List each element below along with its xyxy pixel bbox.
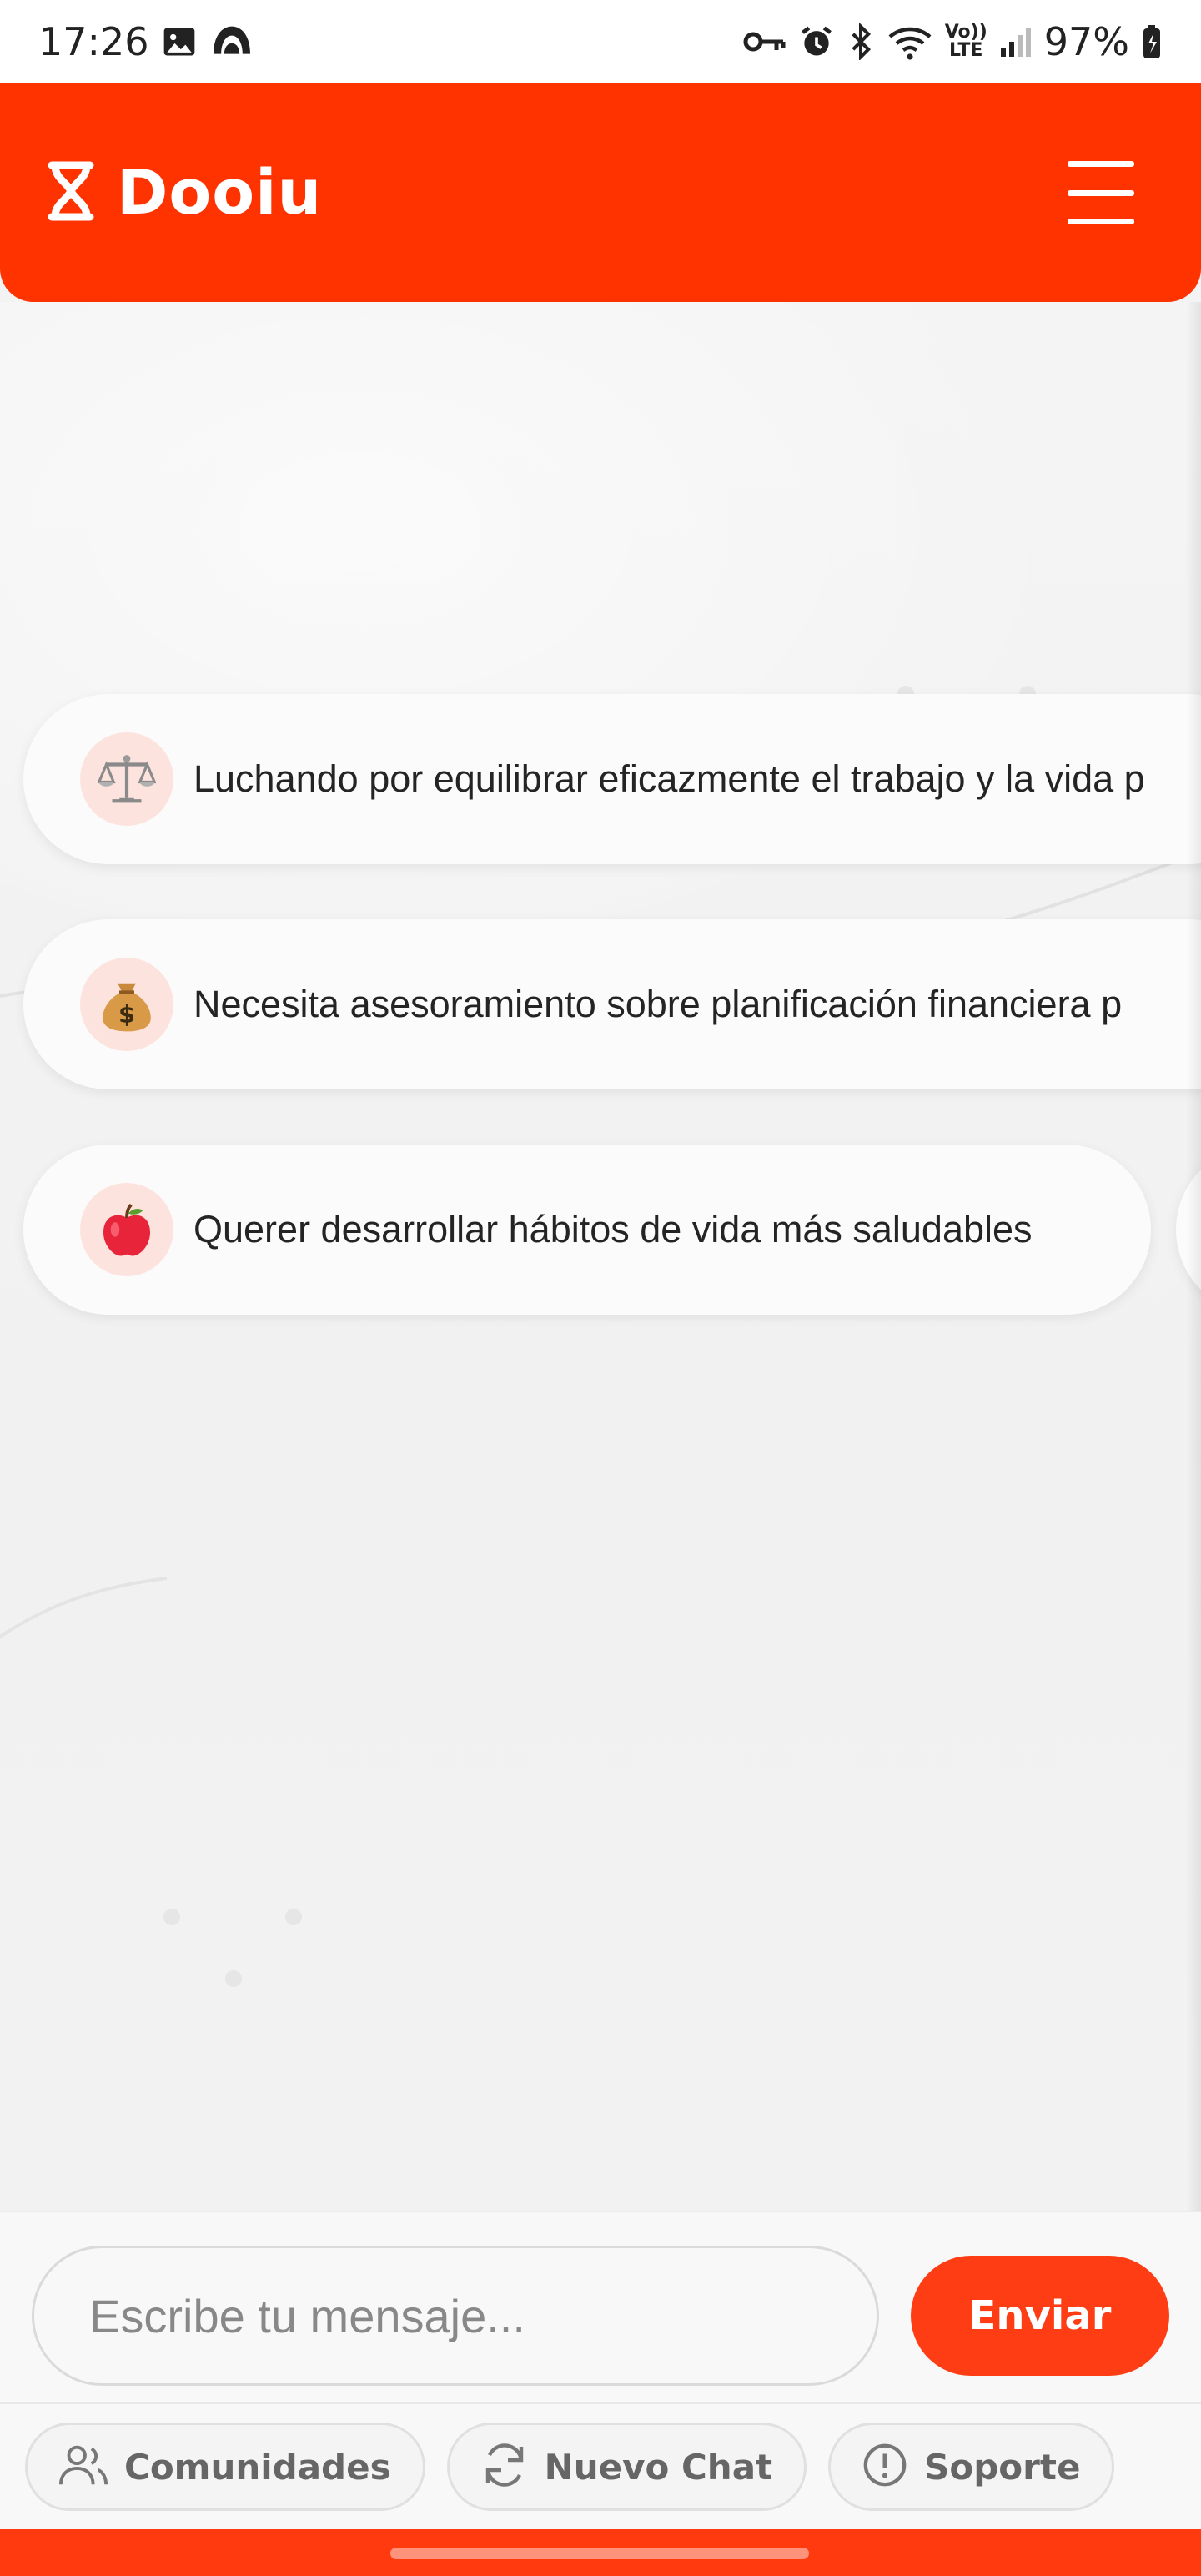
volte-icon: Vo)) LTE	[945, 23, 987, 60]
suggestion-pill[interactable]: $ Necesita asesoramiento sobre planifica…	[23, 919, 1201, 1089]
suggestion-text: Luchando por equilibrar eficazmente el t…	[193, 757, 1145, 800]
scroll-edge	[1186, 302, 1201, 2211]
menu-line	[1068, 189, 1134, 196]
support-button[interactable]: Soporte	[828, 2423, 1115, 2511]
suggestion-pill[interactable]: Querer desarrollar hábitos de vida más s…	[23, 1145, 1151, 1315]
alert-circle-icon	[861, 2441, 909, 2493]
new-chat-button[interactable]: Nuevo Chat	[446, 2423, 807, 2511]
send-button[interactable]: Enviar	[911, 2256, 1169, 2376]
hourglass-logo-icon	[43, 160, 98, 226]
users-icon	[58, 2442, 109, 2493]
menu-line	[1068, 219, 1134, 224]
communities-label: Comunidades	[124, 2446, 391, 2488]
status-time: 17:26	[38, 19, 149, 64]
support-label: Soporte	[924, 2446, 1081, 2488]
apple-icon	[80, 1183, 173, 1276]
bottom-toolbar: Comunidades Nuevo Chat Soporte	[0, 2404, 1201, 2529]
app-header: Dooiu	[0, 83, 1201, 302]
image-icon	[161, 23, 198, 60]
suggestion-text: Necesita asesoramiento sobre planificaci…	[193, 983, 1123, 1025]
money-bag-icon: $	[80, 958, 173, 1051]
system-nav-bar	[0, 2529, 1201, 2576]
status-left: 17:26	[38, 19, 254, 64]
brand-name: Dooiu	[117, 157, 323, 229]
message-composer: Enviar	[0, 2211, 1201, 2404]
signal-icon	[999, 25, 1033, 58]
communities-button[interactable]: Comunidades	[25, 2423, 425, 2511]
status-bar: 17:26 Vo)) LTE 97%	[0, 0, 1201, 83]
vpn-key-icon	[743, 29, 786, 54]
cloud-app-icon	[209, 23, 254, 60]
home-gesture-handle[interactable]	[390, 2548, 809, 2559]
message-input[interactable]	[32, 2246, 879, 2386]
battery-percent: 97%	[1043, 19, 1129, 64]
suggestion-pill[interactable]: Luchando por equilibrar eficazmente el t…	[23, 694, 1201, 864]
menu-line	[1068, 161, 1134, 167]
volte-top-text: Vo))	[944, 22, 987, 43]
alarm-icon	[798, 23, 835, 60]
status-right: Vo)) LTE 97%	[743, 19, 1163, 64]
suggestion-text: Querer desarrollar hábitos de vida más s…	[193, 1208, 1033, 1250]
hamburger-menu-icon[interactable]	[1068, 161, 1134, 224]
balance-scale-icon	[80, 732, 173, 826]
battery-icon	[1141, 23, 1163, 60]
volte-bottom-text: LTE	[949, 40, 983, 61]
bluetooth-icon	[847, 23, 875, 60]
chat-area[interactable]: Luchando por equilibrar eficazmente el t…	[0, 302, 1201, 2211]
svg-text:$: $	[118, 1000, 135, 1029]
refresh-icon	[480, 2440, 530, 2494]
brand[interactable]: Dooiu	[43, 157, 322, 229]
new-chat-label: Nuevo Chat	[544, 2446, 773, 2488]
wifi-icon	[887, 23, 933, 60]
